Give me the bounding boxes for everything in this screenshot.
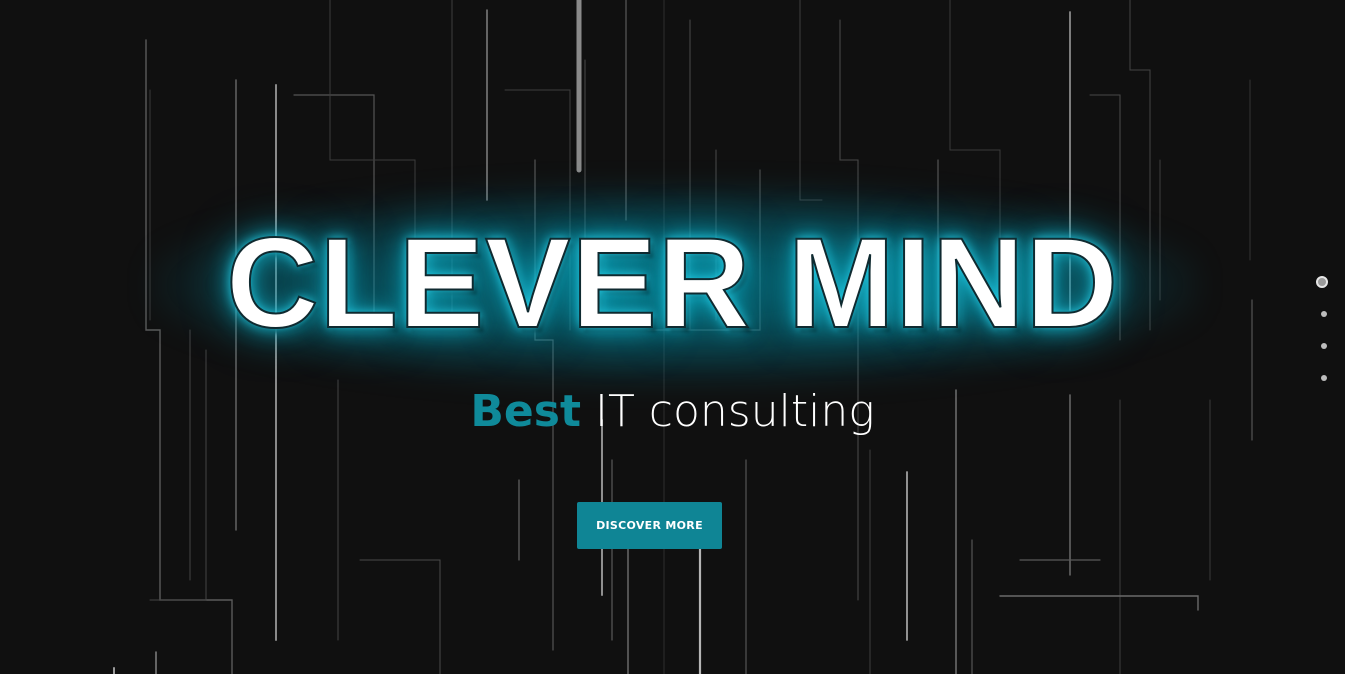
hero-title: CLEVER MIND	[225, 212, 1119, 355]
slide-dot-4[interactable]	[1321, 375, 1327, 381]
slide-dot-1[interactable]	[1316, 276, 1328, 288]
discover-more-button[interactable]: DISCOVER MORE	[577, 502, 722, 549]
hero-subtitle-rest: IT consulting	[580, 386, 875, 437]
hero-section: CLEVER MIND Best IT consulting DISCOVER …	[0, 0, 1345, 674]
hero-subtitle: Best IT consulting	[0, 382, 1345, 442]
hero-subtitle-accent: Best	[470, 386, 581, 437]
slide-dot-2[interactable]	[1321, 311, 1327, 317]
slide-dot-3[interactable]	[1321, 343, 1327, 349]
